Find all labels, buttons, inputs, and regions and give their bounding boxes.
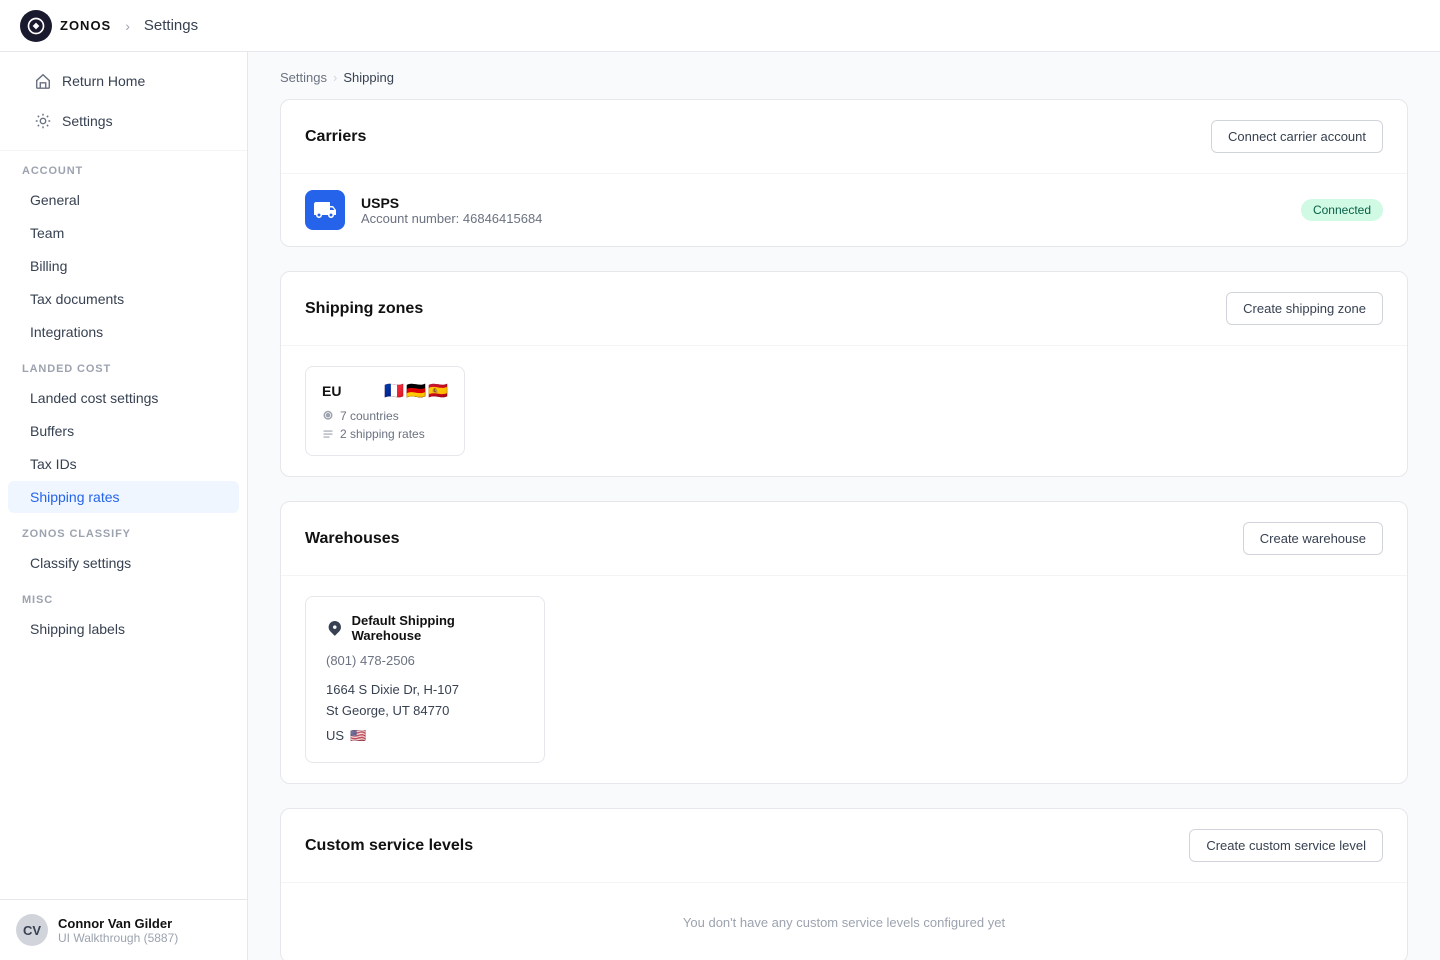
location-pin-icon [326,619,344,637]
user-footer: CV Connor Van Gilder UI Walkthrough (588… [0,899,247,960]
warehouses-card-header: Warehouses Create warehouse [281,502,1407,576]
zone-card-eu[interactable]: EU 🇫🇷 🇩🇪 🇪🇸 7 countries [305,366,465,456]
custom-service-levels-body: You don't have any custom service levels… [281,883,1407,960]
create-custom-service-level-button[interactable]: Create custom service level [1189,829,1383,862]
misc-section-label: MISC [0,580,247,612]
shipping-zones-title: Shipping zones [305,300,423,318]
account-section-label: ACCOUNT [0,151,247,183]
user-sub: UI Walkthrough (5887) [58,931,178,945]
warehouse-card[interactable]: Default Shipping Warehouse (801) 478-250… [305,596,545,763]
sidebar-item-shipping-labels[interactable]: Shipping labels [8,613,239,645]
sidebar-top-nav: Return Home Settings [0,52,247,151]
sidebar-item-general[interactable]: General [8,184,239,216]
shipping-zones-body: EU 🇫🇷 🇩🇪 🇪🇸 7 countries [281,346,1407,476]
return-home-label: Return Home [62,73,145,89]
sidebar-item-billing[interactable]: Billing [8,250,239,282]
warehouse-country: US 🇺🇸 [326,726,524,747]
brand-name: ZONOS [60,18,111,33]
sidebar-item-shipping-rates[interactable]: Shipping rates [8,481,239,513]
warehouse-address-line1: 1664 S Dixie Dr, H-107 [326,680,524,701]
sidebar-item-tax-documents[interactable]: Tax documents [8,283,239,315]
sidebar-item-team[interactable]: Team [8,217,239,249]
flag-de: 🇩🇪 [406,381,426,401]
warehouses-card: Warehouses Create warehouse Default Ship… [280,501,1408,784]
carrier-row: USPS Account number: 46846415684 Connect… [281,174,1407,246]
flag-fr: 🇫🇷 [384,381,404,401]
breadcrumb-chevron-icon: › [333,70,337,85]
zone-meta: 7 countries 2 shipping rates [322,409,448,441]
sidebar-section-classify: ZONOS CLASSIFY Classify settings [0,514,247,580]
warehouse-header: Default Shipping Warehouse [326,613,524,643]
logo-icon [20,10,52,42]
carriers-card-header: Carriers Connect carrier account [281,100,1407,174]
connect-carrier-button[interactable]: Connect carrier account [1211,120,1383,153]
custom-service-levels-title: Custom service levels [305,837,473,855]
landed-cost-section-label: LANDED COST [0,349,247,381]
topbar-chevron: › [125,18,130,34]
warehouse-country-code: US [326,726,344,747]
topbar-title: Settings [144,17,198,34]
main-content: Settings › Shipping Carriers Connect car… [248,52,1440,960]
warehouse-phone: (801) 478-2506 [326,653,524,668]
carrier-status-badge: Connected [1301,199,1383,221]
custom-service-levels-card: Custom service levels Create custom serv… [280,808,1408,960]
shipping-zones-card: Shipping zones Create shipping zone EU 🇫… [280,271,1408,477]
carrier-account: Account number: 46846415684 [361,211,1285,226]
zone-flags: 🇫🇷 🇩🇪 🇪🇸 [384,381,448,401]
classify-section-label: ZONOS CLASSIFY [0,514,247,546]
warehouse-address: 1664 S Dixie Dr, H-107 St George, UT 847… [326,680,524,746]
carrier-name: USPS [361,195,1285,211]
home-icon [34,72,52,90]
sidebar-section-account: ACCOUNT General Team Billing Tax documen… [0,151,247,349]
carrier-info: USPS Account number: 46846415684 [361,195,1285,226]
carriers-title: Carriers [305,128,366,146]
zone-rates: 2 shipping rates [322,427,448,441]
sidebar-item-buffers[interactable]: Buffers [8,415,239,447]
topbar: ZONOS › Settings [0,0,1440,52]
warehouse-flag: 🇺🇸 [350,726,366,747]
create-shipping-zone-button[interactable]: Create shipping zone [1226,292,1383,325]
logo-area: ZONOS [20,10,111,42]
warehouse-address-line2: St George, UT 84770 [326,701,524,722]
sidebar-item-landed-cost-settings[interactable]: Landed cost settings [8,382,239,414]
user-name: Connor Van Gilder [58,916,178,931]
breadcrumb-settings[interactable]: Settings [280,70,327,85]
sidebar-item-integrations[interactable]: Integrations [8,316,239,348]
sidebar-item-tax-ids[interactable]: Tax IDs [8,448,239,480]
settings-label: Settings [62,113,113,129]
sidebar-section-misc: MISC Shipping labels [0,580,247,646]
shipping-zones-card-header: Shipping zones Create shipping zone [281,272,1407,346]
zone-name: EU [322,383,341,399]
sidebar-item-settings[interactable]: Settings [20,102,227,140]
warehouses-title: Warehouses [305,530,400,548]
user-info: Connor Van Gilder UI Walkthrough (5887) [58,916,178,945]
breadcrumb: Settings › Shipping [248,52,1440,99]
create-warehouse-button[interactable]: Create warehouse [1243,522,1383,555]
sidebar-item-return-home[interactable]: Return Home [20,62,227,100]
warehouse-name: Default Shipping Warehouse [352,613,524,643]
gear-icon [34,112,52,130]
empty-state-text: You don't have any custom service levels… [305,903,1383,942]
flag-es: 🇪🇸 [428,381,448,401]
sidebar: Return Home Settings ACCOUNT General Tea… [0,52,248,960]
zone-countries: 7 countries [322,409,448,423]
custom-service-levels-header: Custom service levels Create custom serv… [281,809,1407,883]
breadcrumb-current: Shipping [343,70,394,85]
carrier-icon [305,190,345,230]
sidebar-section-landed-cost: LANDED COST Landed cost settings Buffers… [0,349,247,514]
warehouses-body: Default Shipping Warehouse (801) 478-250… [281,576,1407,783]
zone-card-header: EU 🇫🇷 🇩🇪 🇪🇸 [322,381,448,401]
avatar: CV [16,914,48,946]
carriers-card: Carriers Connect carrier account USPS Ac… [280,99,1408,247]
sidebar-item-classify-settings[interactable]: Classify settings [8,547,239,579]
